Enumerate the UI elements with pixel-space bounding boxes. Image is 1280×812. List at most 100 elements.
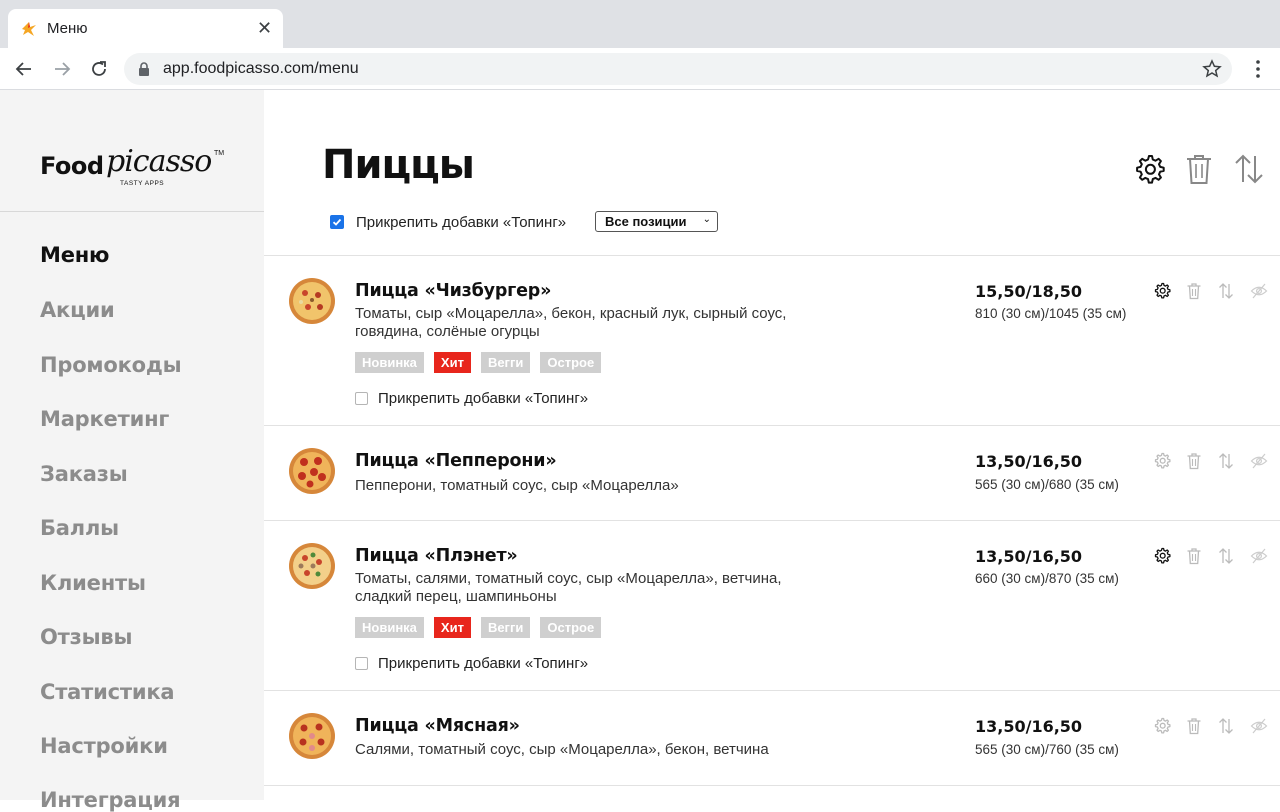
divider bbox=[264, 785, 1280, 786]
sidebar-item-promocodes[interactable]: Промокоды bbox=[40, 353, 182, 377]
item-price: 13,50/16,50 bbox=[975, 452, 1083, 471]
menu-item-meat[interactable]: Пицца «Мясная» Салями, томатный соус, сы… bbox=[264, 691, 1280, 784]
logo-picasso-text: picasso bbox=[106, 144, 212, 179]
sidebar-divider bbox=[0, 211, 264, 212]
item-price: 13,50/16,50 bbox=[975, 717, 1083, 736]
sidebar-item-menu[interactable]: Меню bbox=[40, 243, 109, 267]
menu-item-pepperoni[interactable]: Пицца «Пепперони» Пепперони, томатный со… bbox=[264, 426, 1280, 519]
item-tags: Новинка Хит Вегги Острое bbox=[355, 617, 602, 638]
logo-subtitle: TASTY APPS bbox=[120, 180, 165, 187]
tag-hit[interactable]: Хит bbox=[433, 352, 471, 373]
tag-new[interactable]: Новинка bbox=[355, 617, 424, 638]
item-hide-eye-icon[interactable] bbox=[1250, 717, 1268, 735]
item-settings-gear-icon[interactable] bbox=[1153, 717, 1171, 735]
tag-new[interactable]: Новинка bbox=[355, 352, 424, 373]
url-text: app.foodpicasso.com/menu bbox=[163, 60, 359, 77]
item-reorder-arrows-icon[interactable] bbox=[1217, 452, 1235, 470]
category-reorder-arrows-icon[interactable] bbox=[1232, 152, 1266, 186]
page-title: Пиццы bbox=[322, 142, 475, 188]
tag-hit[interactable]: Хит bbox=[433, 617, 471, 638]
item-delete-trash-icon[interactable] bbox=[1185, 282, 1203, 300]
tab-close-icon[interactable]: ✕ bbox=[257, 18, 272, 38]
tab-title: Меню bbox=[47, 20, 88, 37]
item-description: Томаты, сыр «Моцарелла», бекон, красный … bbox=[355, 305, 787, 340]
sidebar-item-points[interactable]: Баллы bbox=[40, 516, 119, 540]
item-settings-gear-icon[interactable] bbox=[1153, 547, 1171, 565]
logo-food-text: Food bbox=[40, 152, 104, 180]
item-reorder-arrows-icon[interactable] bbox=[1217, 282, 1235, 300]
sidebar-item-integration[interactable]: Интеграция bbox=[40, 788, 181, 812]
item-weight: 565 (30 см)/760 (35 см) bbox=[975, 742, 1119, 757]
item-pin-toppings-row[interactable]: Прикрепить добавки «Топинг» bbox=[355, 655, 588, 672]
item-settings-gear-icon[interactable] bbox=[1153, 282, 1171, 300]
category-delete-trash-icon[interactable] bbox=[1182, 152, 1216, 186]
positions-filter-value: Все позиции bbox=[605, 214, 687, 229]
foodpicasso-logo[interactable]: Food picasso TM TASTY APPS bbox=[40, 144, 230, 194]
bookmark-star-icon[interactable] bbox=[1202, 59, 1222, 79]
item-title: Пицца «Плэнет» bbox=[355, 546, 518, 566]
item-pin-toppings-row[interactable]: Прикрепить добавки «Топинг» bbox=[355, 390, 588, 407]
category-pin-checkbox[interactable] bbox=[330, 215, 344, 229]
item-weight: 810 (30 см)/1045 (35 см) bbox=[975, 306, 1127, 321]
sidebar-item-statistics[interactable]: Статистика bbox=[40, 680, 175, 704]
item-pin-label: Прикрепить добавки «Топинг» bbox=[378, 390, 589, 407]
tag-veggie[interactable]: Вегги bbox=[480, 352, 531, 373]
menu-item-cheeseburger[interactable]: Пицца «Чизбургер» Томаты, сыр «Моцарелла… bbox=[264, 256, 1280, 424]
sidebar-item-marketing[interactable]: Маркетинг bbox=[40, 407, 169, 431]
item-settings-gear-icon[interactable] bbox=[1153, 452, 1171, 470]
chevron-down-icon: ⌄ bbox=[702, 214, 711, 225]
main-content: Пиццы Прикрепить добавки «Топинг» Все по… bbox=[264, 90, 1280, 800]
back-arrow-icon[interactable] bbox=[12, 57, 36, 81]
category-settings-gear-icon[interactable] bbox=[1132, 152, 1166, 186]
category-pin-toppings-row[interactable]: Прикрепить добавки «Топинг» bbox=[330, 211, 566, 233]
tag-veggie[interactable]: Вегги bbox=[480, 617, 531, 638]
sidebar-item-clients[interactable]: Клиенты bbox=[40, 571, 146, 595]
tag-spicy[interactable]: Острое bbox=[540, 352, 602, 373]
browser-toolbar: app.foodpicasso.com/menu bbox=[0, 48, 1280, 90]
reload-icon[interactable] bbox=[87, 57, 111, 81]
item-weight: 565 (30 см)/680 (35 см) bbox=[975, 477, 1119, 492]
item-hide-eye-icon[interactable] bbox=[1250, 452, 1268, 470]
sidebar-item-reviews[interactable]: Отзывы bbox=[40, 625, 132, 649]
pizza-image bbox=[289, 713, 335, 759]
item-description: Салями, томатный соус, сыр «Моцарелла», … bbox=[355, 741, 769, 758]
item-delete-trash-icon[interactable] bbox=[1185, 547, 1203, 565]
pizza-image bbox=[289, 278, 335, 324]
item-pin-label: Прикрепить добавки «Топинг» bbox=[378, 655, 589, 672]
item-title: Пицца «Чизбургер» bbox=[355, 281, 552, 301]
logo-tm-text: TM bbox=[214, 150, 225, 157]
item-weight: 660 (30 см)/870 (35 см) bbox=[975, 571, 1119, 586]
item-reorder-arrows-icon[interactable] bbox=[1217, 547, 1235, 565]
positions-filter-select[interactable]: Все позиции ⌄ bbox=[595, 211, 718, 232]
item-pin-checkbox[interactable] bbox=[355, 392, 368, 405]
item-delete-trash-icon[interactable] bbox=[1185, 717, 1203, 735]
foodpicasso-favicon-icon bbox=[22, 22, 36, 36]
item-description: Томаты, салями, томатный соус, сыр «Моца… bbox=[355, 570, 782, 605]
pizza-image bbox=[289, 448, 335, 494]
address-bar[interactable]: app.foodpicasso.com/menu bbox=[124, 53, 1232, 85]
item-description: Пепперони, томатный соус, сыр «Моцарелла… bbox=[355, 477, 679, 494]
category-pin-label: Прикрепить добавки «Топинг» bbox=[356, 213, 567, 231]
sidebar-item-orders[interactable]: Заказы bbox=[40, 462, 128, 486]
tag-spicy[interactable]: Острое bbox=[540, 617, 602, 638]
lock-icon bbox=[139, 62, 149, 76]
sidebar-item-promotions[interactable]: Акции bbox=[40, 298, 115, 322]
item-hide-eye-icon[interactable] bbox=[1250, 547, 1268, 565]
item-tags: Новинка Хит Вегги Острое bbox=[355, 352, 602, 373]
item-price: 13,50/16,50 bbox=[975, 547, 1083, 566]
browser-menu-icon[interactable] bbox=[1246, 57, 1270, 81]
item-reorder-arrows-icon[interactable] bbox=[1217, 717, 1235, 735]
sidebar: Food picasso TM TASTY APPS Меню Акции Пр… bbox=[0, 90, 264, 812]
item-title: Пицца «Мясная» bbox=[355, 716, 520, 736]
browser-tabstrip: Меню ✕ bbox=[0, 0, 1280, 48]
item-price: 15,50/18,50 bbox=[975, 282, 1083, 301]
browser-tab[interactable]: Меню ✕ bbox=[8, 9, 283, 48]
item-hide-eye-icon[interactable] bbox=[1250, 282, 1268, 300]
sidebar-item-settings[interactable]: Настройки bbox=[40, 734, 168, 758]
pizza-image bbox=[289, 543, 335, 589]
menu-item-planet[interactable]: Пицца «Плэнет» Томаты, салями, томатный … bbox=[264, 521, 1280, 689]
item-title: Пицца «Пепперони» bbox=[355, 451, 557, 471]
forward-arrow-icon[interactable] bbox=[50, 57, 74, 81]
item-pin-checkbox[interactable] bbox=[355, 657, 368, 670]
item-delete-trash-icon[interactable] bbox=[1185, 452, 1203, 470]
